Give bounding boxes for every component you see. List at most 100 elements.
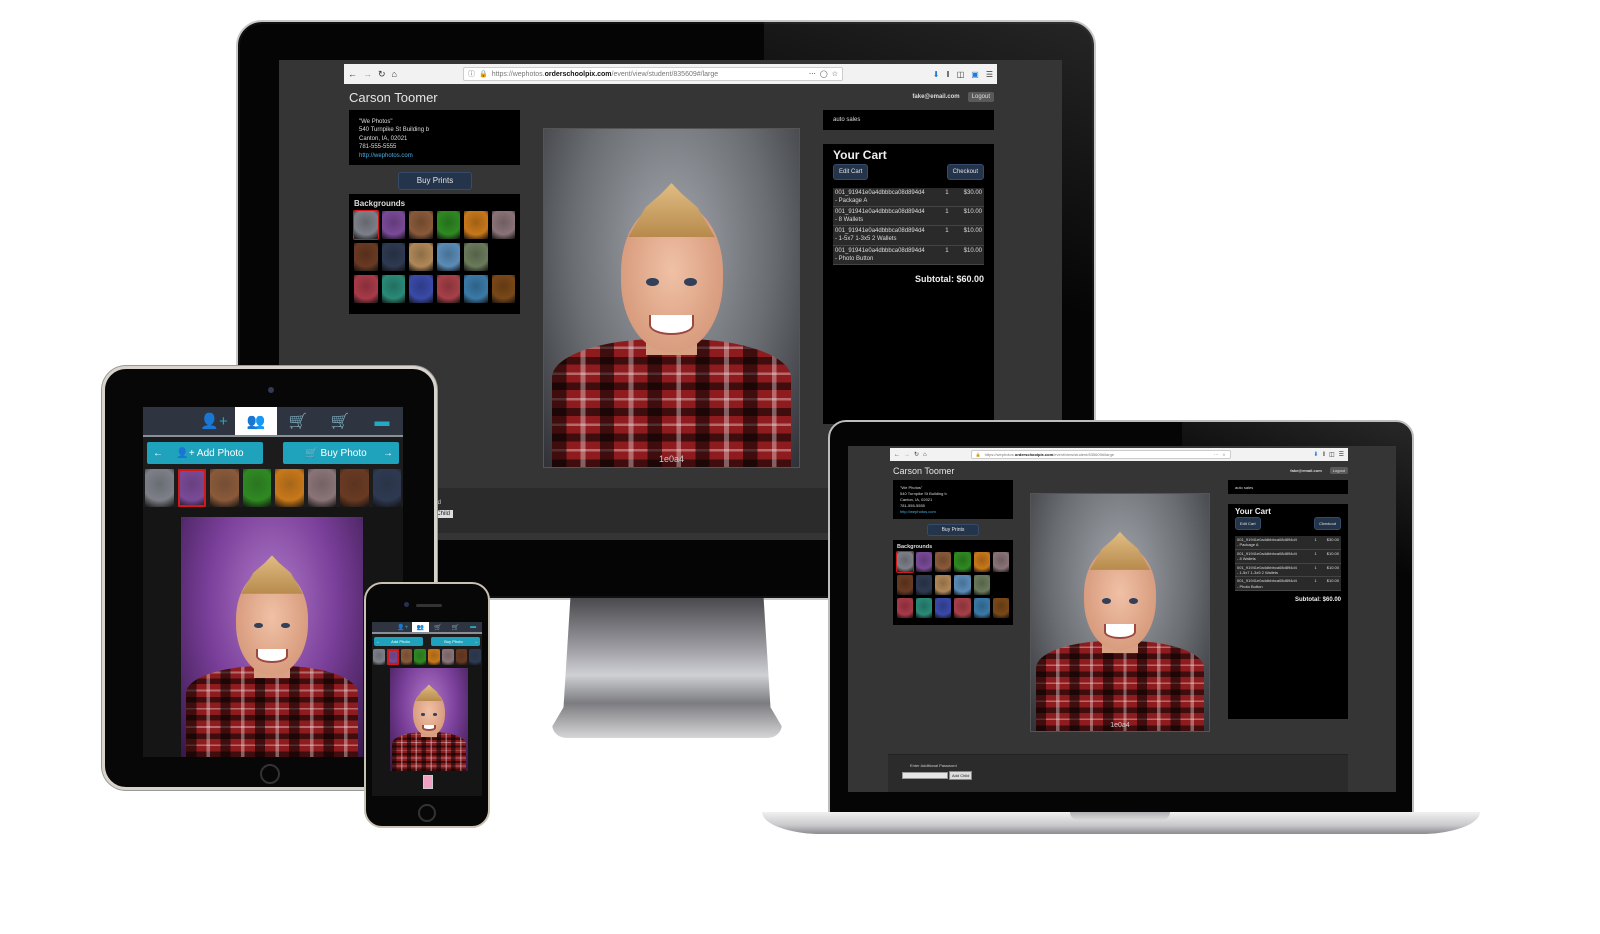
laptop-password-input[interactable] (902, 772, 948, 779)
more-icon[interactable]: ⋯ (809, 70, 816, 78)
laptop-background-red[interactable] (897, 598, 914, 618)
tablet-student-photo[interactable] (181, 517, 363, 757)
monitor-background-blue[interactable] (409, 275, 433, 303)
laptop-url-bar[interactable]: 🔒 https://wephotos.orderschoolpix.com/ev… (970, 450, 1231, 459)
laptop-library-icon[interactable]: ‖ (1322, 452, 1324, 458)
monitor-background-lighthouse[interactable] (436, 243, 460, 271)
monitor-background-fireplace[interactable] (491, 275, 515, 303)
forward-icon[interactable]: → (363, 69, 372, 79)
phone-background-gray[interactable] (373, 649, 385, 665)
phone-tab-cart-add-icon[interactable]: 🛒 (429, 622, 447, 632)
tablet-tab-credit-card-icon[interactable]: ▬ (361, 407, 403, 435)
studio-website-link[interactable]: http://wephotos.com (359, 152, 510, 160)
tablet-tab-cart-count-icon[interactable]: 🛒 (319, 407, 361, 435)
phone-tab-cart-count-icon[interactable]: 🛒 (447, 622, 465, 632)
laptop-background-snowflakes[interactable] (973, 598, 990, 618)
laptop-background-autumn[interactable] (973, 552, 990, 572)
tablet-background-navy[interactable] (372, 469, 401, 507)
laptop-background-navy[interactable] (916, 575, 933, 595)
phone-next-arrow-icon[interactable]: → (474, 639, 478, 644)
info-icon[interactable]: ⓘ (468, 69, 475, 79)
student-photo[interactable] (543, 128, 800, 468)
phone-student-photo[interactable] (390, 668, 468, 771)
monitor-background-parchment[interactable] (409, 243, 433, 271)
monitor-background-garden-path[interactable] (464, 243, 488, 271)
buy-prints-button[interactable]: Buy Prints (398, 172, 472, 190)
sidebar-icon[interactable]: ◫ (957, 70, 965, 79)
laptop-add-child-button[interactable]: Add Child (949, 771, 973, 780)
phone-prev-arrow-icon[interactable]: ← (376, 639, 380, 644)
laptop-sidebar-icon[interactable]: ◫ (1329, 451, 1335, 458)
monitor-background-flag[interactable] (436, 275, 460, 303)
phone-background-purple[interactable] (386, 649, 399, 665)
phone-pink-thumbnail[interactable] (423, 775, 433, 789)
laptop-background-flag[interactable] (954, 598, 971, 618)
monitor-background-gray[interactable] (353, 210, 379, 240)
laptop-more-icon[interactable]: ⋯ (1214, 452, 1218, 457)
phone-add-photo-button[interactable]: ← Add Photo (374, 637, 423, 646)
tablet-tab-cart-add-icon[interactable]: 🛒 (277, 407, 319, 435)
laptop-checkout-button[interactable]: Checkout (1314, 517, 1341, 530)
phone-background-autumn[interactable] (428, 649, 440, 665)
laptop-reload-icon[interactable]: ↻ (914, 451, 919, 458)
laptop-student-photo[interactable] (1030, 493, 1210, 732)
laptop-background-fireplace[interactable] (992, 598, 1009, 618)
monitor-background-red[interactable] (354, 275, 378, 303)
laptop-background-blue[interactable] (935, 598, 952, 618)
laptop-background-brick[interactable] (992, 552, 1009, 572)
home-icon[interactable]: ⌂ (392, 69, 397, 79)
monitor-background-snowflakes[interactable] (464, 275, 488, 303)
logout-button[interactable]: Logout (967, 92, 994, 102)
buy-photo-button[interactable]: 🛒 Buy Photo → (283, 442, 399, 464)
phone-background-navy[interactable] (469, 649, 481, 665)
laptop-background-abstract[interactable] (935, 552, 952, 572)
monitor-background-autumn[interactable] (464, 211, 488, 239)
phone-background-abstract[interactable] (400, 649, 413, 665)
laptop-background-purple[interactable] (916, 552, 933, 572)
laptop-background-bookshelf[interactable] (897, 575, 914, 595)
tablet-home-button[interactable] (260, 764, 280, 784)
tablet-background-gray[interactable] (145, 469, 174, 507)
laptop-studio-website-link[interactable]: http://wephotos.com (900, 509, 1006, 515)
phone-background-bookshelf[interactable] (455, 649, 468, 665)
download-icon[interactable]: ⬇ (933, 70, 940, 79)
phone-background-brick[interactable] (441, 649, 454, 665)
tablet-background-bamboo[interactable] (242, 469, 271, 507)
bookmark-star-icon[interactable]: ☆ (832, 70, 838, 78)
tablet-background-abstract[interactable] (210, 469, 239, 507)
phone-buy-photo-button[interactable]: Buy Photo → (431, 637, 480, 646)
next-arrow-icon[interactable]: → (383, 448, 393, 459)
menu-icon[interactable]: ☰ (986, 70, 993, 79)
extension-icon[interactable]: ▣ (971, 70, 979, 79)
pocket-icon[interactable]: ◯ (820, 70, 828, 78)
back-icon[interactable]: ← (348, 69, 357, 79)
phone-tab-group-icon[interactable]: 👥 (411, 622, 430, 632)
monitor-background-purple[interactable] (381, 211, 405, 239)
laptop-logout-button[interactable]: Logout (1329, 467, 1348, 474)
laptop-background-parchment[interactable] (935, 575, 952, 595)
monitor-background-abstract[interactable] (409, 211, 433, 239)
monitor-background-navy[interactable] (381, 243, 405, 271)
monitor-background-bamboo[interactable] (436, 211, 460, 239)
laptop-background-teal[interactable] (916, 598, 933, 618)
laptop-buy-prints-button[interactable]: Buy Prints (927, 524, 979, 536)
laptop-forward-icon[interactable]: → (904, 452, 910, 458)
tablet-tab-add-user-icon[interactable]: 👤+ (193, 407, 235, 435)
phone-background-bamboo[interactable] (414, 649, 426, 665)
laptop-background-gray[interactable] (895, 551, 915, 573)
tablet-background-purple[interactable] (177, 469, 206, 507)
tablet-background-bookshelf[interactable] (340, 469, 369, 507)
library-icon[interactable]: ‖ (946, 70, 949, 79)
laptop-home-icon[interactable]: ⌂ (923, 452, 927, 458)
tablet-background-autumn[interactable] (275, 469, 304, 507)
add-photo-button[interactable]: ← 👤+ Add Photo (147, 442, 263, 464)
monitor-background-brick[interactable] (491, 211, 515, 239)
tablet-background-brick[interactable] (307, 469, 336, 507)
checkout-button[interactable]: Checkout (946, 164, 984, 180)
edit-cart-button[interactable]: Edit Cart (833, 164, 869, 180)
laptop-bookmark-icon[interactable]: ☆ (1222, 452, 1226, 457)
laptop-menu-icon[interactable]: ☰ (1339, 451, 1344, 458)
phone-tab-credit-card-icon[interactable]: ▬ (464, 622, 482, 632)
prev-arrow-icon[interactable]: ← (153, 448, 163, 459)
laptop-edit-cart-button[interactable]: Edit Cart (1235, 517, 1261, 530)
